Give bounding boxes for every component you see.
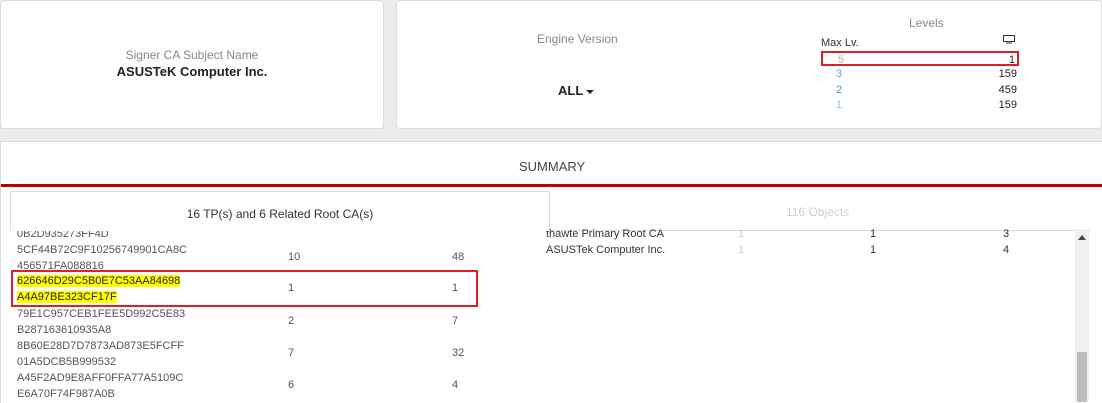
root-ca-col-2: 1 xyxy=(870,244,877,256)
level-number: 5 xyxy=(838,54,845,66)
summary-divider xyxy=(1,184,1102,187)
tp-count-a: 7 xyxy=(288,347,295,359)
tp-count-b: 48 xyxy=(452,251,465,263)
max-level-label: Max Lv. xyxy=(821,37,859,49)
tab-tp-and-root-ca[interactable]: 16 TP(s) and 6 Related Root CA(s) xyxy=(10,191,550,231)
level-number: 1 xyxy=(836,99,843,111)
tp-id: A45F2AD9E8AFF0FFA77A5109C E6A70F74F987A0B xyxy=(17,372,184,400)
tp-count-b: 4 xyxy=(452,379,459,391)
tp-count-b: 7 xyxy=(452,315,459,327)
scrollbar-thumb[interactable] xyxy=(1077,352,1087,402)
engine-version-label: Engine Version xyxy=(537,32,618,46)
root-ca-name: ASUSTek Computer Inc. xyxy=(546,244,666,256)
tp-count-a: 10 xyxy=(288,251,301,263)
signer-label: Signer CA Subject Name xyxy=(125,48,259,62)
level-row[interactable]: 1 159 xyxy=(821,98,1019,113)
tab-objects[interactable]: 116 Objects xyxy=(786,205,849,219)
signer-value: ASUSTeK Computer Inc. xyxy=(116,64,268,79)
tp-count-b: 32 xyxy=(452,347,465,359)
chevron-down-icon xyxy=(586,89,595,94)
tp-count-a: 6 xyxy=(288,379,295,391)
levels-title: Levels xyxy=(909,16,944,30)
monitor-icon xyxy=(1003,35,1015,44)
level-number: 3 xyxy=(836,68,843,80)
tp-count-a: 2 xyxy=(288,315,295,327)
root-ca-col-2: 1 xyxy=(870,228,877,240)
level-count: 159 xyxy=(998,68,1017,80)
scroll-up-arrow-icon[interactable] xyxy=(1078,235,1086,240)
root-ca-col-1: 1 xyxy=(738,244,745,256)
level-row[interactable]: 3 159 xyxy=(821,67,1019,82)
list-item[interactable]: thawte Primary Root CA 1 1 3 xyxy=(546,228,1016,242)
highlight-box xyxy=(11,270,478,307)
root-ca-name: thawte Primary Root CA xyxy=(546,228,664,240)
engine-version-dropdown[interactable]: ALL xyxy=(558,83,595,98)
engine-version-value: ALL xyxy=(558,83,584,98)
summary-title: SUMMARY xyxy=(519,159,586,174)
level-count: 1 xyxy=(1008,54,1015,66)
root-ca-col-3: 4 xyxy=(1003,244,1010,256)
engine-levels-card: Engine Version ALL Levels Max Lv. 5 1 3 … xyxy=(396,0,1102,129)
root-ca-col-3: 3 xyxy=(1003,228,1010,240)
level-count: 159 xyxy=(998,99,1017,111)
tp-id: 79E1C957CEB1FEE5D992C5E83 B287163610935A8 xyxy=(17,308,186,336)
level-count: 459 xyxy=(998,84,1017,96)
list-item[interactable]: ASUSTek Computer Inc. 1 1 4 xyxy=(546,244,1016,258)
tp-id: 8B60E28D7D7873AD873E5FCFF 01A5DCB5B999532 xyxy=(17,340,184,368)
signer-card: Signer CA Subject Name ASUSTeK Computer … xyxy=(0,0,384,129)
tab-tp-and-root-ca-label: 16 TP(s) and 6 Related Root CA(s) xyxy=(186,207,374,221)
level-number: 2 xyxy=(836,84,843,96)
level-row[interactable]: 2 459 xyxy=(821,83,1019,98)
level-row-highlighted[interactable]: 5 1 xyxy=(821,51,1019,66)
root-ca-col-1: 1 xyxy=(738,228,745,240)
